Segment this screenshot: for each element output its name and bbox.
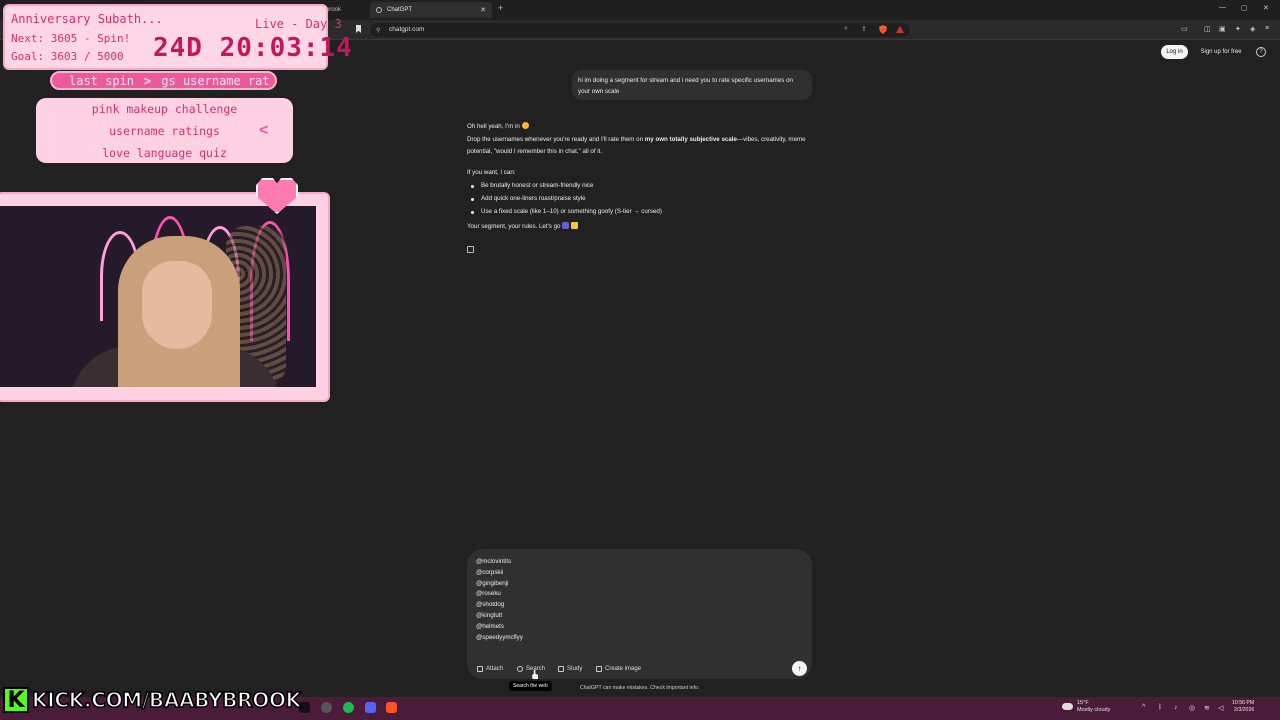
vpn-icon[interactable]: ◈ [1250, 25, 1255, 33]
assistant-list: Be brutally honest or stream-friendly ni… [467, 180, 812, 218]
login-button[interactable]: Log in [1161, 45, 1188, 59]
volume-icon[interactable]: ◁ [1218, 704, 1223, 712]
share-icon[interactable]: ⇪ [861, 25, 867, 33]
list-item: Be brutally honest or stream-friendly ni… [467, 180, 812, 193]
brave-rewards-icon[interactable] [896, 26, 904, 33]
chevron-up-icon[interactable]: ^ [1142, 704, 1145, 711]
weather-temp: 15°F [1077, 700, 1089, 706]
composer-line: @mclovintits [476, 558, 512, 565]
user-message: hi im doing a segment for stream and i n… [572, 70, 812, 100]
book-icon [558, 666, 564, 672]
sparkles-emoji-icon [570, 222, 578, 230]
list-item: Add quick one-liners roast/praise style [467, 193, 812, 206]
webcam-feed [0, 206, 316, 387]
composer-line: @kingtutt [476, 611, 503, 619]
composer-line: @roseku [476, 590, 501, 598]
cloud-icon [1062, 703, 1073, 710]
chevron-right-icon: > [144, 73, 152, 88]
tab-title: brook [326, 7, 342, 13]
browser-tab-chatgpt[interactable]: ChatGPT ✕ [370, 2, 492, 18]
attach-button[interactable]: Attach [477, 663, 503, 675]
assistant-line: Drop the usernames whenever you're ready… [467, 135, 806, 156]
assistant-line: Your segment, your rules. Let's go [467, 221, 812, 234]
sidebar-toggle-icon[interactable]: ▭ [1181, 25, 1188, 33]
close-window-icon[interactable]: ✕ [1263, 4, 1269, 12]
help-icon[interactable]: ? [1256, 47, 1266, 57]
bluetooth-icon[interactable]: ᛒ [1158, 704, 1162, 711]
globe-icon [376, 7, 382, 13]
menu-icon[interactable]: ≡ [1265, 25, 1269, 32]
leo-ai-icon[interactable]: ✦ [1235, 25, 1241, 33]
live-day-label: Live - Day 3 [255, 17, 342, 31]
composer-line: @helmets [476, 622, 504, 630]
next-goal: Next: 3605 - Spin! [11, 32, 131, 45]
composer-line: @gingibenji [476, 579, 509, 587]
composer-input[interactable]: @mclovintits @corpskii @gingibenji @rose… [476, 557, 523, 643]
composer-line: @speedyymcflyy [476, 633, 523, 641]
last-spin-bar: last spin > gs username rat [50, 71, 277, 90]
clock[interactable]: 10:56 PM 2/3/2026 [1232, 700, 1254, 714]
assistant-line: Oh hell yeah, I'm in [467, 121, 812, 134]
globe-icon [517, 666, 523, 672]
site-info-icon[interactable]: ⚲ [376, 27, 380, 34]
obs-icon[interactable] [321, 702, 332, 713]
split-view-icon[interactable]: ◫ [1204, 25, 1211, 33]
clock-time: 10:56 PM [1232, 700, 1255, 706]
last-spin-result: gs username rat [161, 73, 270, 88]
subathon-timer: 24D 20:03:14 [153, 33, 353, 63]
composer-line: @corpskii [476, 568, 504, 576]
new-tab-button[interactable]: + [498, 3, 503, 13]
copy-icon[interactable] [467, 246, 474, 253]
network-icon[interactable]: ◎ [1189, 704, 1195, 712]
signup-button[interactable]: Sign up for free [1195, 45, 1247, 59]
wallet-icon[interactable]: ▣ [1219, 25, 1226, 33]
streamer-face [142, 261, 212, 349]
create-image-button[interactable]: Create image [596, 663, 641, 675]
send-button[interactable]: ↑ [792, 661, 807, 676]
wifi-icon[interactable]: ≋ [1204, 704, 1210, 712]
segment-item: username ratings [109, 124, 220, 138]
segment-item: love language quiz [102, 146, 227, 160]
maximize-icon[interactable]: ▢ [1241, 4, 1248, 12]
goal-title: Anniversary Subath... [11, 12, 163, 26]
assistant-line: If you want, I can: [467, 168, 516, 176]
goal-progress: Goal: 3603 / 5000 [11, 50, 124, 63]
study-button[interactable]: Study [558, 663, 582, 675]
tab-title: ChatGPT [387, 7, 413, 13]
url-input[interactable] [370, 23, 910, 37]
minimize-icon[interactable]: — [1219, 4, 1226, 11]
paperclip-icon [477, 666, 483, 672]
composer-line: @shotdog [476, 601, 505, 609]
image-icon [596, 666, 602, 672]
assistant-message: Oh hell yeah, I'm in Drop the usernames … [467, 121, 812, 234]
last-spin-label: last spin [69, 73, 135, 88]
search-icon[interactable]: ⌕ [844, 25, 848, 33]
weather-widget[interactable]: 15°F Mostly cloudy [1077, 700, 1110, 714]
mic-icon[interactable]: ♪ [1174, 704, 1178, 711]
game-controller-emoji-icon [562, 222, 570, 230]
brave-browser-icon[interactable] [386, 702, 397, 713]
search-button[interactable]: Search [517, 663, 545, 675]
discord-icon[interactable] [365, 702, 376, 713]
spotify-icon[interactable] [343, 702, 354, 713]
kick-logo-icon: K [3, 687, 29, 713]
segment-item: pink makeup challenge [91, 102, 238, 116]
search-tooltip: Search the web [509, 681, 552, 691]
weather-desc: Mostly cloudy [1077, 707, 1111, 713]
close-tab-icon[interactable]: ✕ [480, 6, 486, 14]
current-segment-arrow-icon: < [259, 122, 269, 139]
kick-channel-url: KICK.COM/BAABYBROOK [31, 687, 302, 713]
grinning-emoji-icon [521, 122, 529, 129]
disclaimer-text: ChatGPT can make mistakes. Check importa… [580, 685, 700, 691]
url-text: chatgpt.com [389, 26, 425, 33]
clock-date: 2/3/2026 [1234, 707, 1255, 713]
list-item: Use a fixed scale (like 1–10) or somethi… [467, 206, 812, 219]
